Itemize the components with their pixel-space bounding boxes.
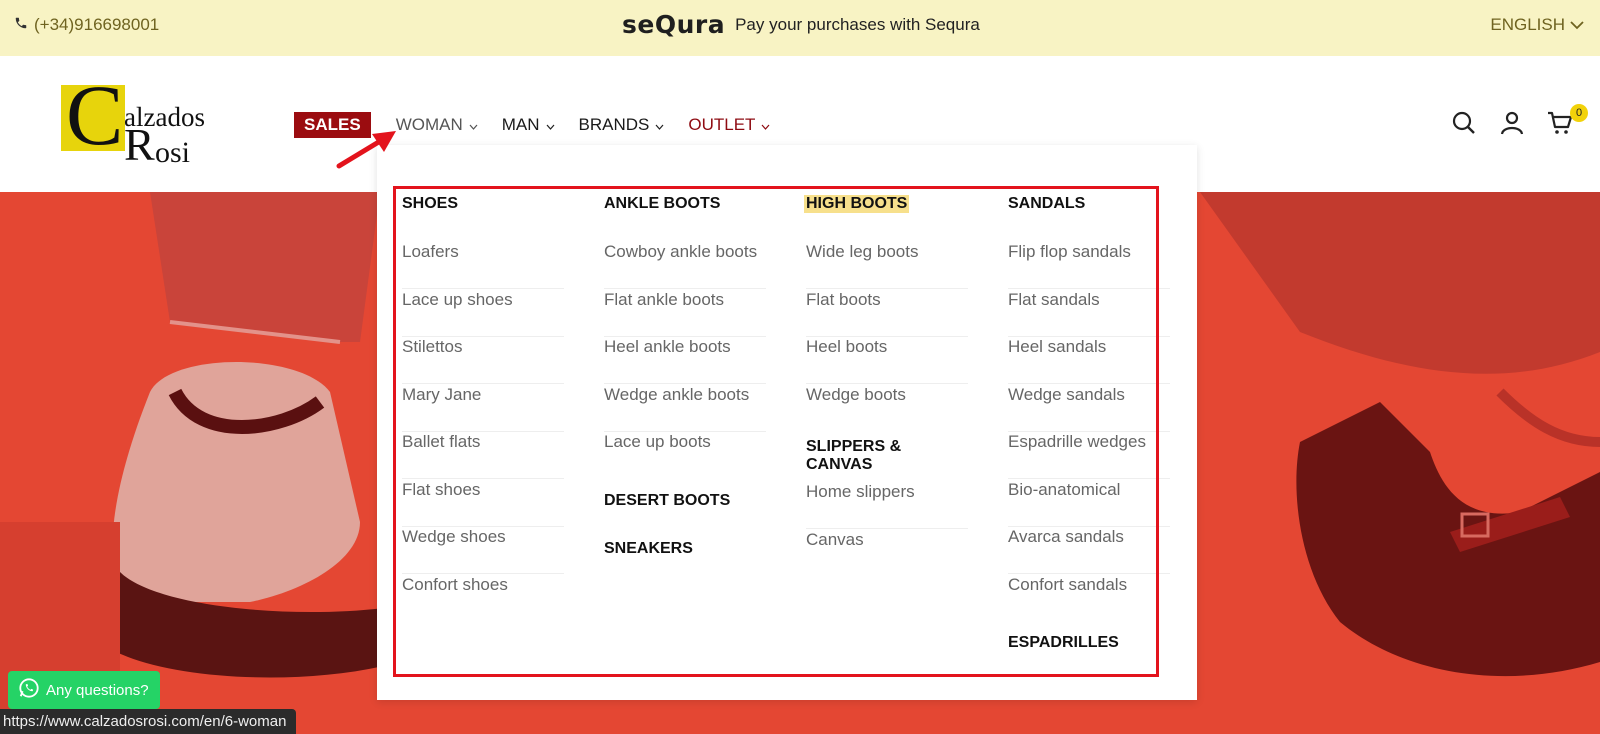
logo-word-osi: osi: [155, 136, 191, 169]
language-label: ENGLISH: [1490, 15, 1565, 34]
site-logo[interactable]: C alzados R osi: [60, 72, 205, 170]
nav-woman-label: WOMAN: [395, 115, 463, 134]
search-button[interactable]: [1451, 110, 1477, 141]
chevron-down-icon: [469, 115, 478, 135]
chevron-down-icon: [655, 115, 664, 135]
nav-brands-label: BRANDS: [578, 115, 650, 134]
nav-brands[interactable]: BRANDS: [579, 115, 665, 135]
phone-icon: [14, 15, 28, 35]
phone-number: (+34)916698001: [34, 15, 160, 34]
logo-letter-r: R: [124, 119, 155, 170]
annotation-arrow-icon: [336, 131, 396, 169]
top-bar: (+34)916698001 seQura Pay your purchases…: [0, 0, 1600, 56]
cart-count-badge: 0: [1570, 104, 1588, 122]
nav-woman[interactable]: WOMAN: [396, 115, 478, 135]
whatsapp-label: Any questions?: [46, 681, 149, 699]
whatsapp-chat-button[interactable]: Any questions?: [8, 671, 160, 709]
sequra-logo: seQura: [622, 10, 726, 39]
status-url: https://www.calzadosrosi.com/en/6-woman: [3, 713, 287, 730]
nav-man-label: MAN: [501, 115, 540, 134]
nav-outlet[interactable]: OUTLET: [688, 115, 770, 135]
nav-outlet-label: OUTLET: [688, 115, 756, 134]
cart-icon: [1547, 111, 1573, 140]
whatsapp-icon: [18, 677, 40, 703]
account-button[interactable]: [1499, 110, 1525, 141]
browser-status-bar: https://www.calzadosrosi.com/en/6-woman: [0, 709, 297, 734]
logo-letter-c: C: [66, 67, 124, 163]
phone-contact[interactable]: (+34)916698001: [14, 15, 159, 35]
search-icon: [1451, 111, 1477, 140]
user-icon: [1499, 111, 1525, 140]
language-selector[interactable]: ENGLISH: [1490, 15, 1584, 35]
chevron-down-icon: [761, 115, 770, 135]
cart-button[interactable]: [1547, 110, 1573, 141]
chevron-down-icon: [546, 115, 555, 135]
annotation-highlight-frame: [393, 186, 1159, 677]
promo-text: Pay your purchases with Sequra: [735, 14, 980, 34]
nav-man[interactable]: MAN: [502, 115, 555, 135]
chevron-down-icon: [1570, 15, 1584, 35]
sequra-promo[interactable]: seQura Pay your purchases with Sequra: [622, 10, 980, 39]
